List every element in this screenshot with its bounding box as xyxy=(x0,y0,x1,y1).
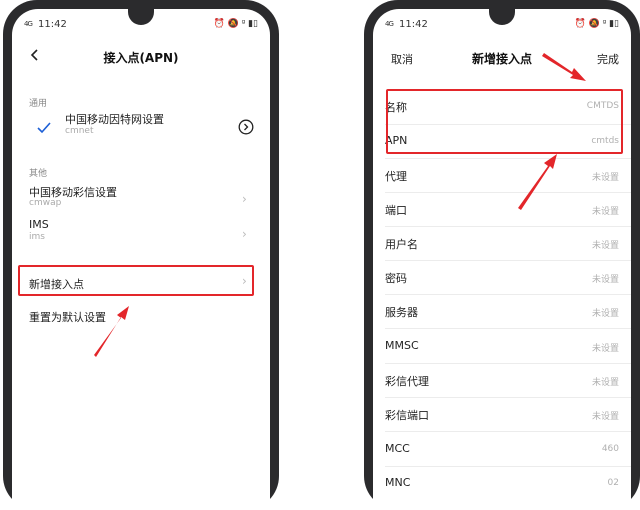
page-title: 新增接入点 xyxy=(471,52,532,66)
divider xyxy=(385,192,631,193)
field-label: 密码 xyxy=(385,272,407,285)
chevron-right-icon: › xyxy=(242,192,247,206)
done-button[interactable]: 完成 xyxy=(597,51,619,67)
left-screen: 4G 11:42 ⏰ 🔕 ᵍ ▮▯ 接入点(APN) 通用 中国移动因特网设置 … xyxy=(12,9,270,510)
pointer-arrow-fields-icon xyxy=(518,154,557,210)
divider xyxy=(385,260,631,261)
status-time: 11:42 xyxy=(399,19,428,30)
status-bar: 4G 11:42 ⏰ 🔕 ᵍ ▮▯ xyxy=(24,19,258,33)
field-value: 460 xyxy=(601,444,619,454)
apn-item-sub: cmnet xyxy=(65,126,94,136)
apn-item-sub: cmwap xyxy=(29,198,62,208)
field-value: 未设置 xyxy=(591,309,619,319)
check-icon xyxy=(37,119,51,138)
status-icons: ⏰ 🔕 ᵍ ▮▯ xyxy=(213,19,258,29)
divider xyxy=(385,397,631,398)
pointer-arrow-icon xyxy=(94,306,129,357)
left-phone-frame: 4G 11:42 ⏰ 🔕 ᵍ ▮▯ 接入点(APN) 通用 中国移动因特网设置 … xyxy=(3,0,279,510)
field-value: 未设置 xyxy=(591,344,619,354)
field-label: 彩信代理 xyxy=(385,375,429,388)
divider xyxy=(385,158,631,159)
divider xyxy=(385,431,631,432)
field-value: 02 xyxy=(607,478,619,488)
page-title: 接入点(APN) xyxy=(103,51,179,65)
highlight-box-add-apn xyxy=(18,265,254,296)
field-label: MNC xyxy=(385,476,411,489)
field-value: 未设置 xyxy=(591,241,619,251)
right-phone-frame: 4G 11:42 ⏰ 🔕 ᵍ ▮▯ 取消 新增接入点 完成 名称 CMTDS A… xyxy=(364,0,640,510)
chevron-right-icon: › xyxy=(242,227,247,241)
highlight-box-name-apn xyxy=(386,89,623,154)
apn-item-sub: ims xyxy=(29,232,45,242)
field-value: 未设置 xyxy=(591,173,619,183)
status-bar: 4G 11:42 ⏰ 🔕 ᵍ ▮▯ xyxy=(385,19,619,33)
field-value: 未设置 xyxy=(591,412,619,422)
signal-icon: 4G xyxy=(385,20,394,28)
field-label: MMSC xyxy=(385,339,419,352)
field-label: 彩信端口 xyxy=(385,409,429,422)
apn-item-name: IMS xyxy=(29,218,49,231)
section-general-label: 通用 xyxy=(29,99,48,109)
signal-icon: 4G xyxy=(24,20,33,28)
divider xyxy=(385,363,631,364)
field-label: 代理 xyxy=(385,170,407,183)
field-value: 未设置 xyxy=(591,207,619,217)
field-label: 服务器 xyxy=(385,306,418,319)
divider xyxy=(385,328,631,329)
field-value: 未设置 xyxy=(591,378,619,388)
divider xyxy=(385,294,631,295)
pointer-arrow-done-icon xyxy=(542,53,586,81)
field-label: MCC xyxy=(385,442,410,455)
section-other-label: 其他 xyxy=(29,169,48,179)
divider xyxy=(385,226,631,227)
right-screen: 4G 11:42 ⏰ 🔕 ᵍ ▮▯ 取消 新增接入点 完成 名称 CMTDS A… xyxy=(373,9,631,510)
field-value: 未设置 xyxy=(591,275,619,285)
field-label: 用户名 xyxy=(385,238,418,251)
detail-arrow-icon[interactable] xyxy=(238,119,254,139)
field-label: 端口 xyxy=(385,204,407,217)
apn-item-name: 中国移动因特网设置 xyxy=(65,113,164,126)
divider xyxy=(385,466,631,467)
status-time: 11:42 xyxy=(38,19,67,30)
status-icons: ⏰ 🔕 ᵍ ▮▯ xyxy=(574,19,619,29)
